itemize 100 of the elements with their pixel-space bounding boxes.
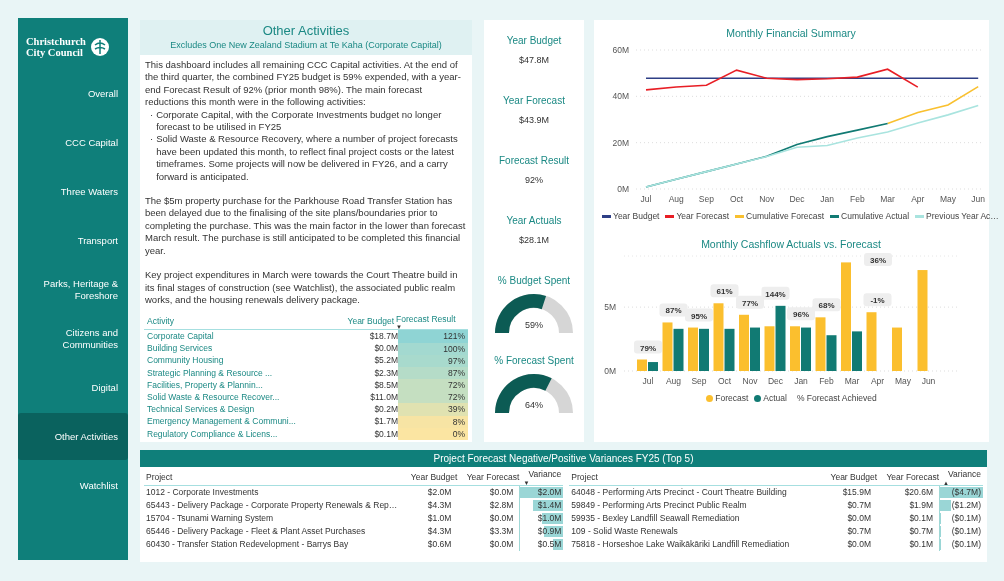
bullet-mark: ·: [150, 133, 154, 147]
annotation: 144%: [765, 289, 786, 299]
column-header[interactable]: Project: [144, 470, 404, 484]
legend-label: Year Budget: [613, 210, 660, 223]
gauge-label: % Forecast Spent: [494, 354, 574, 368]
actual-bar: [775, 305, 786, 371]
table-cell-text: 60430 - Transfer Station Redevelopment - Barrys Bay: [145, 538, 350, 551]
nav-item[interactable]: Three Waters: [18, 168, 128, 215]
table-cell-text: $0.0M: [488, 512, 514, 525]
forecast-bar: [739, 314, 749, 371]
table-cell-text: $2.3M: [373, 366, 398, 380]
legend-dot-icon: [754, 394, 762, 402]
table-cell-text: 59935 - Bexley Landfill Seawall Remediation: [570, 512, 741, 525]
axis-label: Mar: [880, 194, 895, 204]
axis-label: Aug: [668, 194, 684, 204]
kpi-label: Year Actuals: [506, 214, 562, 228]
table-cell: 72%: [398, 379, 468, 392]
data-label: 68%: [812, 298, 841, 312]
axis-label: Feb: [850, 194, 865, 204]
table-cell-text: Regulatory Compliance & Licens...: [146, 427, 279, 441]
axis-label: Sep: [691, 376, 707, 386]
nav-item[interactable]: Transport: [18, 217, 128, 264]
actual-bar: [648, 362, 658, 371]
table-cell-text: $4.3M: [426, 525, 452, 538]
panel-title: Other Activities: [262, 23, 350, 39]
nav-item[interactable]: Digital: [18, 364, 128, 411]
logo-text: Christchurch: [26, 36, 86, 47]
legend-label: Previous Year Ac…: [926, 210, 999, 223]
table-cell-text: 64048 - Performing Arts Precinct - Court Theatre Building: [570, 486, 788, 499]
table-cell-text: $11.0M: [369, 390, 398, 404]
annotation: 79%: [639, 343, 657, 353]
column-header[interactable]: Year Forecast: [877, 470, 939, 484]
axis-label: Oct: [717, 376, 732, 386]
data-label: 79%: [634, 340, 662, 354]
axis-label: Dec: [789, 194, 805, 204]
column-header[interactable]: Year Forecast: [457, 470, 520, 484]
forecast-bar: [713, 303, 724, 371]
annotation: 77%: [741, 298, 759, 308]
bullet-mark: ·: [150, 108, 154, 122]
nav-item[interactable]: Citizens and Communities: [18, 315, 128, 362]
legend-label: % Forecast Achieved: [796, 392, 877, 405]
axis-label: Jan: [820, 194, 835, 204]
table-cell-text: $15.9M: [841, 486, 871, 499]
column-header[interactable]: Activity: [144, 315, 314, 329]
table-cell-text: $0.0M: [488, 486, 514, 499]
axis-label: Jan: [794, 376, 808, 386]
nav-item[interactable]: CCC Capital: [18, 119, 128, 166]
table-cell-text: $2.8M: [488, 499, 514, 512]
column-header[interactable]: Variance: [948, 467, 981, 481]
column-header[interactable]: Variance: [528, 467, 562, 481]
table-cell-text: $0.0M: [846, 512, 871, 525]
bullet-text: Solid Waste & Resource Recovery, where a number of project forecasts have been updated this month, to reflect final project costs or the latest timeframes. Some projects will now be delivered in FY26, and a carry forward is anticipated.: [156, 133, 459, 184]
table-cell-text: 1012 - Corporate Investments: [145, 486, 260, 499]
axis-label: 20M: [612, 137, 629, 148]
data-label: 144%: [761, 286, 790, 300]
table-cell: $1.4M: [537, 500, 562, 510]
table-cell-text: $0.1M: [373, 427, 398, 441]
table-cell-text: $3.3M: [488, 525, 514, 538]
table-cell-text: Corporate Capital: [146, 330, 215, 343]
axis-label: Nov: [742, 376, 758, 386]
actual-bar: [699, 328, 709, 371]
table-cell-text: 75818 - Horseshoe Lake Waikākāriki Landfill Remediation: [570, 538, 791, 551]
annotation: 61%: [716, 287, 733, 297]
actual-bar: [826, 335, 837, 371]
nav-item[interactable]: Other Activities: [18, 413, 128, 460]
nav-item[interactable]: Parks, Heritage & Foreshore: [18, 266, 128, 313]
axis-label: Mar: [844, 376, 860, 386]
axis-label: Feb: [819, 376, 834, 386]
column-header[interactable]: Year Budget: [823, 470, 877, 484]
column-header[interactable]: Forecast Result: [396, 313, 456, 324]
data-label: -1%: [863, 293, 892, 307]
annotation: -1%: [870, 296, 885, 306]
axis-label: Apr: [870, 376, 885, 386]
table-cell-text: $2.0M: [426, 486, 452, 499]
table-cell-text: $0.0M: [373, 342, 398, 355]
axis-label: Aug: [665, 376, 682, 386]
paragraph: The $5m property purchase for the Parkhouse Road Transfer Station has been delayed due to the finalising of the site plans/boundaries prior to completing the purchase. This was the main factor in the lower than forecast March result. The purchase is still anticipated to be completed this financial year.: [145, 195, 467, 258]
table-cell: $0.5M: [537, 539, 562, 549]
nav-item[interactable]: Overall: [18, 70, 128, 117]
forecast-bar: [662, 322, 673, 371]
bullet-text: Corporate Capital, with the Corporate Investments budget no longer forecast to be utilised in FY25: [156, 108, 443, 134]
axis-label: 40M: [612, 91, 629, 102]
column-header[interactable]: Year Budget: [403, 470, 458, 484]
table-cell-text: $0.0M: [846, 538, 871, 551]
kpi-label: Forecast Result: [499, 154, 569, 168]
actual-bar: [673, 328, 684, 371]
column-header[interactable]: Year Budget: [314, 315, 394, 329]
chart-title: Monthly Cashflow Actuals vs. Forecast: [701, 238, 881, 250]
table-cell-text: Community Housing: [146, 354, 225, 368]
column-header[interactable]: Project: [569, 470, 823, 484]
table-cell-text: 59849 - Performing Arts Precinct Public Realm: [570, 499, 748, 512]
table-cell-text: $20.6M: [903, 486, 933, 499]
nav-item[interactable]: Watchlist: [18, 462, 128, 509]
table-cell-text: Building Services: [146, 342, 214, 355]
paragraph: Key project expenditures in March were towards the Court Theatre build in its final stages of construction (see Watchlist), the associated public realm works, and the housing renewals delivery package.: [145, 269, 459, 307]
legend-dot-icon: [706, 394, 714, 402]
forecast-bar: [790, 326, 800, 371]
axis-label: 60M: [612, 45, 629, 55]
table-cell-text: Solid Waste & Resource Recover...: [146, 390, 281, 404]
paragraph: This dashboard includes all remaining CCC Capital activities. At the end of the third quarter, the combined FY25 budget is 59% expended, with a year-end Forecast Result of 92% (prior month 98%). The main forecast reductions this month were in the following activities:: [145, 59, 462, 109]
